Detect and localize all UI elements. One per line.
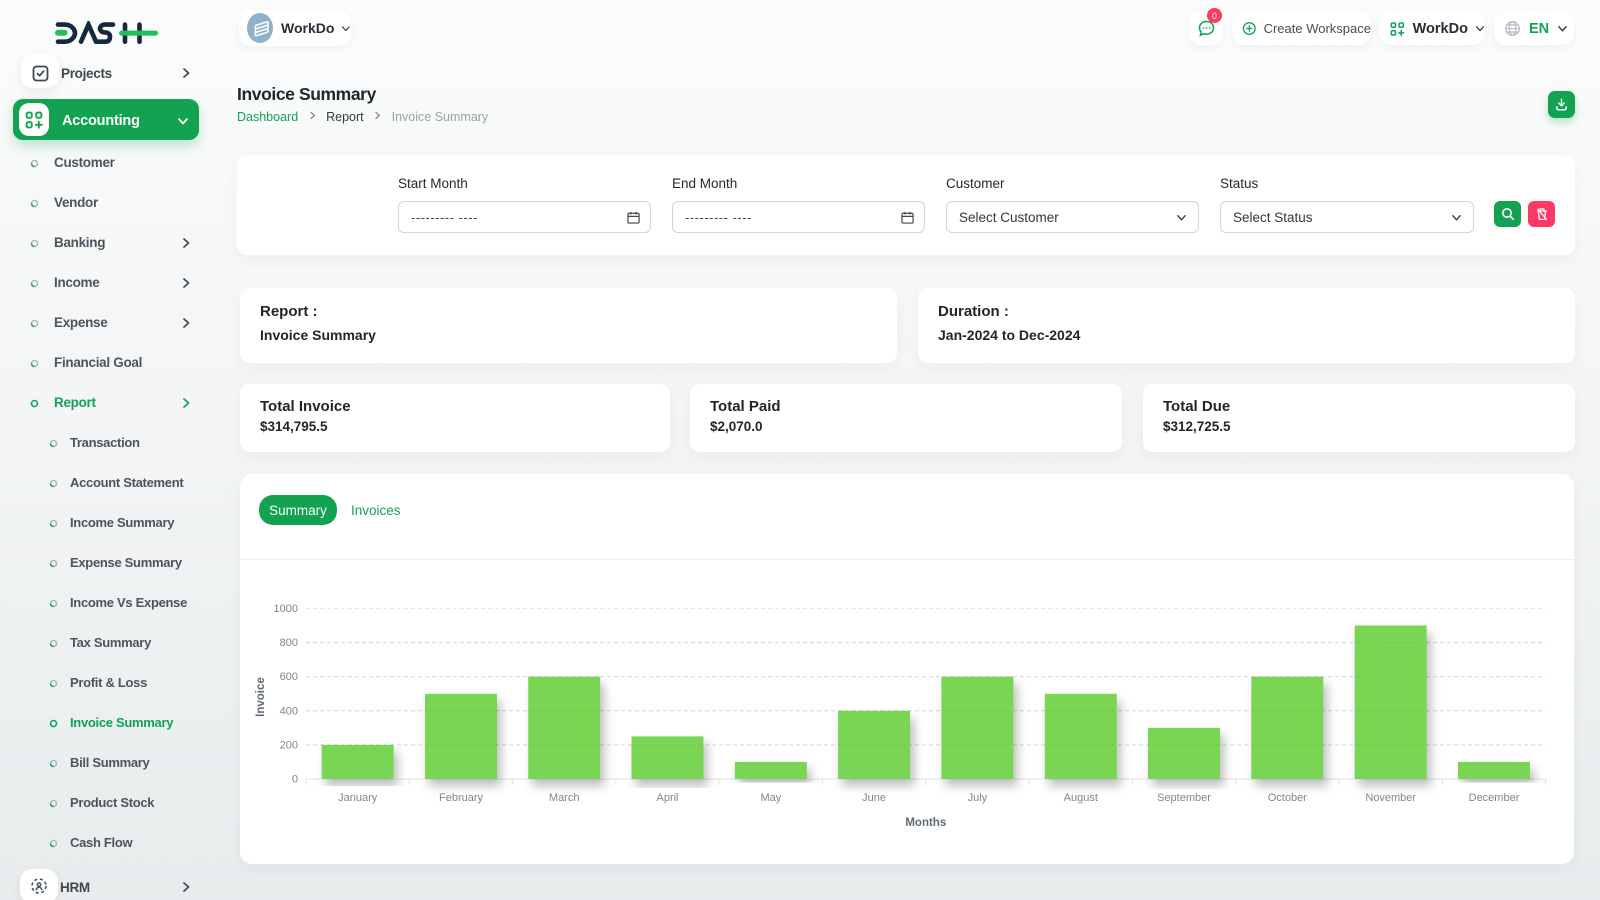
svg-text:1000: 1000 — [274, 603, 298, 615]
svg-text:April: April — [656, 792, 678, 804]
svg-text:May: May — [761, 792, 782, 804]
svg-text:March: March — [549, 792, 580, 804]
svg-text:0: 0 — [292, 774, 298, 786]
svg-text:October: October — [1268, 792, 1307, 804]
svg-text:February: February — [439, 792, 484, 804]
svg-text:September: September — [1157, 792, 1211, 804]
svg-text:August: August — [1064, 792, 1098, 804]
svg-text:January: January — [338, 792, 378, 804]
svg-text:Months: Months — [905, 817, 946, 829]
svg-text:November: November — [1365, 792, 1416, 804]
svg-text:200: 200 — [280, 739, 298, 751]
svg-text:July: July — [968, 792, 988, 804]
svg-text:800: 800 — [280, 637, 298, 649]
svg-text:December: December — [1469, 792, 1520, 804]
svg-text:Invoice: Invoice — [255, 677, 267, 717]
svg-text:600: 600 — [280, 671, 298, 683]
svg-text:400: 400 — [280, 705, 298, 717]
svg-text:June: June — [862, 792, 886, 804]
